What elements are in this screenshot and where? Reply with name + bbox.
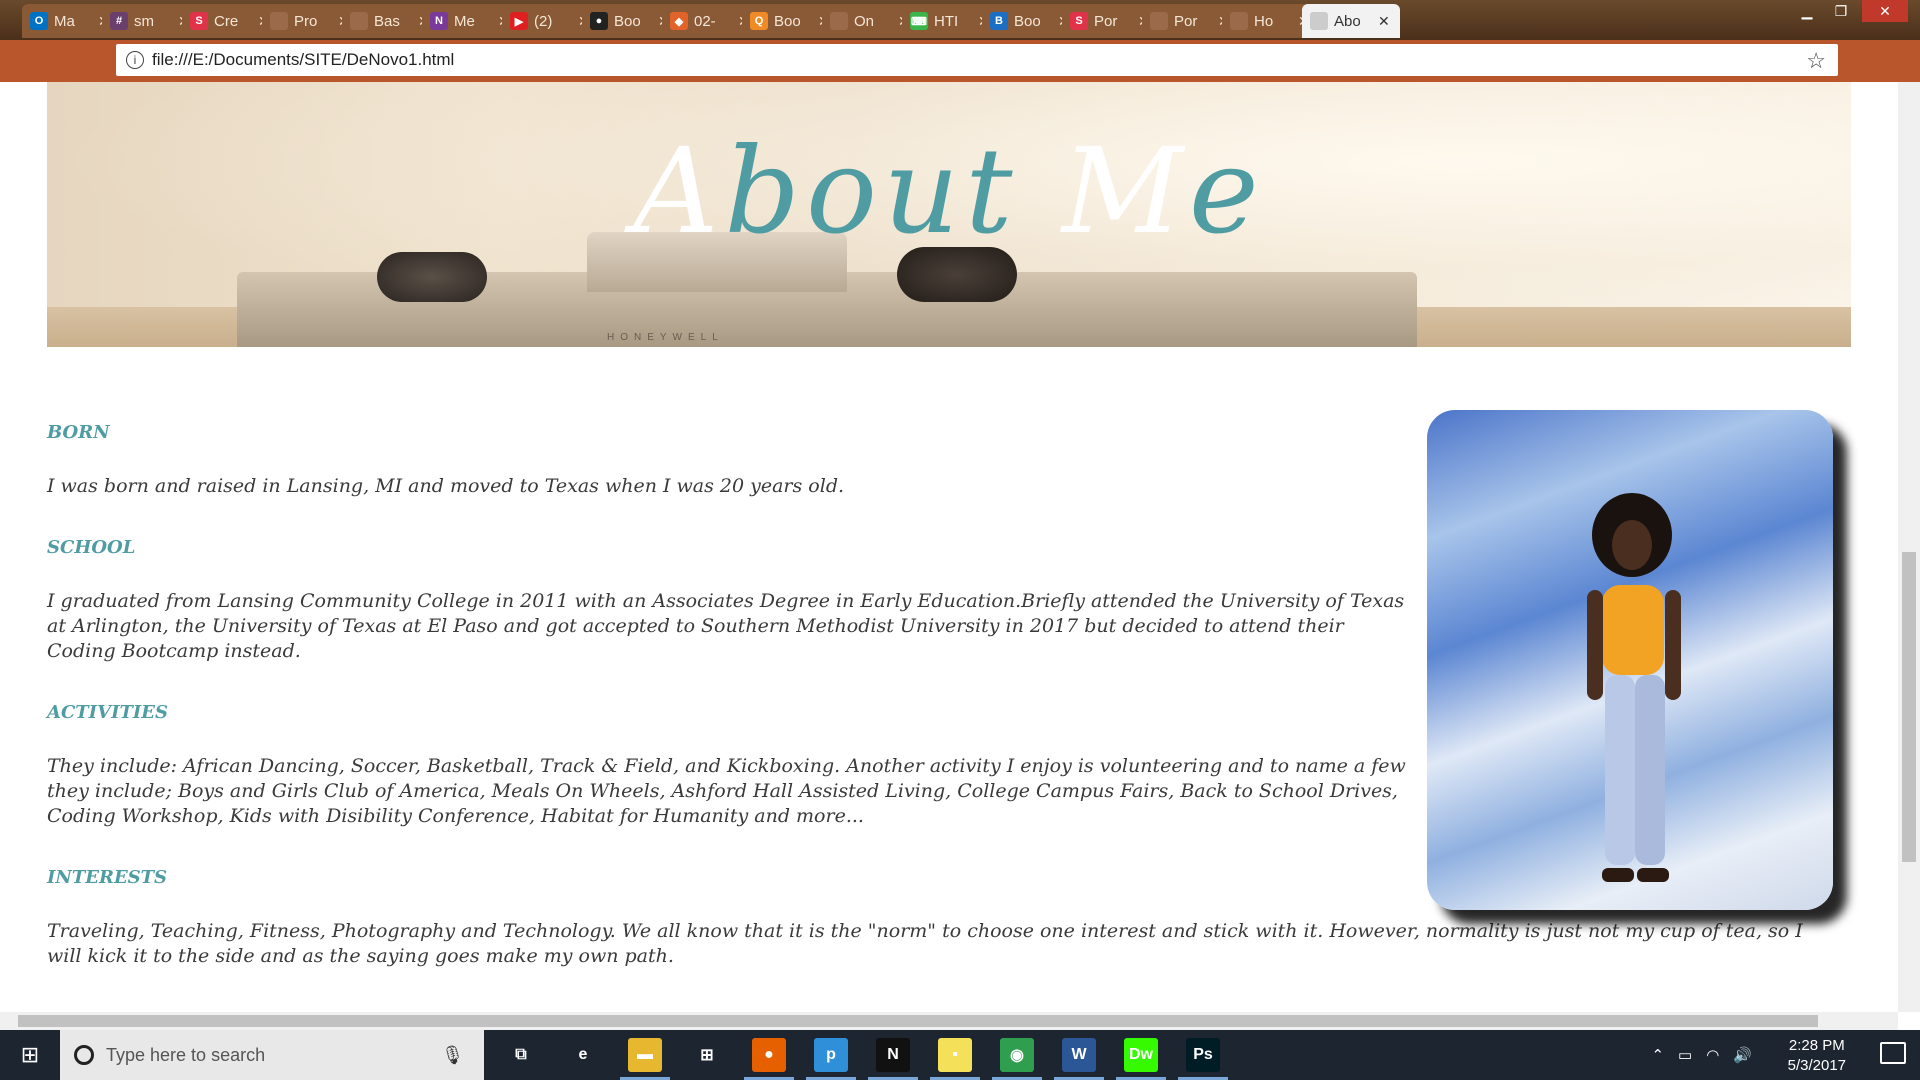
tab-favicon-icon: ◆	[670, 12, 688, 30]
tab-strip: ▁ ❐ ✕ OMa✕#sm✕SCre✕Pro✕Bas✕NMe✕▶(2)✕●Boo…	[0, 0, 1920, 40]
camera-brand-text: HONEYWELL	[607, 332, 724, 343]
battery-icon[interactable]: ▭	[1678, 1046, 1692, 1064]
volume-icon[interactable]: 🔊	[1733, 1046, 1752, 1064]
section-body-activities: They include: African Dancing, Soccer, B…	[47, 755, 1406, 827]
edge-icon[interactable]: e	[566, 1038, 600, 1072]
section-heading-activities: ACTIVITIES	[47, 702, 169, 723]
chrome-icon[interactable]: ◉	[992, 1038, 1042, 1080]
clock-date: 5/3/2017	[1787, 1057, 1846, 1074]
tab-favicon-icon	[830, 12, 848, 30]
dreamweaver-icon[interactable]: Dw	[1116, 1038, 1166, 1080]
title-part-2: bout	[724, 122, 1019, 260]
cortana-icon[interactable]	[74, 1045, 94, 1065]
section-body-born: I was born and raised in Lansing, MI and…	[47, 475, 845, 497]
tab-title: Bas	[374, 12, 400, 30]
tab-favicon-icon: N	[430, 12, 448, 30]
sticky-notes-icon[interactable]: ▪	[930, 1038, 980, 1080]
word-icon[interactable]: W	[1054, 1038, 1104, 1080]
title-part-3: M	[1018, 122, 1189, 260]
tab-favicon-icon: ⌨	[910, 12, 928, 30]
tab-title: 02-	[694, 12, 716, 30]
file-explorer-icon[interactable]: ▬	[620, 1038, 670, 1080]
tab-title: sm	[134, 12, 154, 30]
about-content: BORN I was born and raised in Lansing, M…	[47, 422, 1803, 1007]
taskbar-clock[interactable]: 2:28 PM 5/3/2017	[1788, 1036, 1846, 1076]
windows-taskbar: ⊞ Type here to search 🎙 ⌃ ▭ ◠ 🔊 2:28 PM …	[0, 1030, 1920, 1080]
tab-title: Ho	[1254, 12, 1274, 30]
section-body-interests: Traveling, Teaching, Fitness, Photograph…	[47, 920, 1803, 967]
minimize-button[interactable]: ▁	[1792, 0, 1822, 22]
photoshop-icon[interactable]: Ps	[1178, 1038, 1228, 1080]
vertical-scrollbar[interactable]	[1898, 82, 1920, 1012]
close-window-button[interactable]: ✕	[1862, 0, 1908, 22]
tab-favicon-icon	[1310, 12, 1328, 30]
start-button[interactable]: ⊞	[0, 1030, 60, 1080]
tab-favicon-icon	[270, 12, 288, 30]
title-part-4: e	[1188, 122, 1265, 260]
tab-title: Ma	[54, 12, 75, 30]
tab-title: Boo	[614, 12, 641, 30]
tab-title: Boo	[1014, 12, 1041, 30]
task-view-icon[interactable]: ⧉	[504, 1038, 538, 1072]
taskbar-search[interactable]: Type here to search 🎙	[60, 1030, 484, 1080]
action-center-icon[interactable]	[1880, 1042, 1906, 1064]
tab-favicon-icon: ▶	[510, 12, 528, 30]
tab-favicon-icon	[1230, 12, 1248, 30]
tab-favicon-icon: S	[1070, 12, 1088, 30]
tab-title: (2)	[534, 12, 553, 30]
pandora-icon[interactable]: p	[806, 1038, 856, 1080]
netflix-icon[interactable]: N	[868, 1038, 918, 1080]
firefox-icon[interactable]: ●	[744, 1038, 794, 1080]
title-part-1: A	[633, 122, 725, 260]
horizontal-scrollbar[interactable]	[0, 1012, 1898, 1030]
hero-banner: HONEYWELL About Me	[47, 82, 1851, 347]
section-heading-interests: INTERESTS	[47, 867, 168, 888]
chevron-up-icon[interactable]: ⌃	[1651, 1046, 1664, 1064]
tab-favicon-icon: #	[110, 12, 128, 30]
store-icon[interactable]: ⊞	[690, 1038, 724, 1072]
page-title: About Me	[47, 122, 1851, 260]
microphone-icon[interactable]: 🎙	[441, 1045, 464, 1066]
tab-favicon-icon: O	[30, 12, 48, 30]
section-heading-school: SCHOOL	[47, 537, 136, 558]
tab-favicon-icon: B	[990, 12, 1008, 30]
clock-time: 2:28 PM	[1788, 1037, 1845, 1054]
browser-tab[interactable]: Abo ✕	[1302, 4, 1400, 38]
vertical-scroll-thumb[interactable]	[1902, 552, 1916, 862]
tab-title: Boo	[774, 12, 801, 30]
tab-favicon-icon	[1150, 12, 1168, 30]
browser-toolbar: i file:///E:/Documents/SITE/DeNovo1.html…	[0, 40, 1920, 82]
tab-title: Pro	[294, 12, 318, 30]
tab-title: On	[854, 12, 875, 30]
tab-favicon-icon	[350, 12, 368, 30]
wifi-icon[interactable]: ◠	[1706, 1046, 1719, 1064]
section-body-school: I graduated from Lansing Community Colle…	[47, 590, 1405, 662]
search-placeholder[interactable]: Type here to search	[106, 1045, 265, 1066]
tab-title: Por	[1094, 12, 1118, 30]
address-bar[interactable]: i file:///E:/Documents/SITE/DeNovo1.html…	[116, 44, 1838, 76]
web-page: HONEYWELL About Me BORN I was born and r…	[0, 82, 1898, 1012]
restore-button[interactable]: ❐	[1826, 0, 1856, 22]
url-text[interactable]: file:///E:/Documents/SITE/DeNovo1.html	[152, 50, 454, 70]
tab-title: Cre	[214, 12, 239, 30]
page-info-icon[interactable]: i	[126, 51, 144, 69]
tab-favicon-icon: ●	[590, 12, 608, 30]
tab-favicon-icon: S	[190, 12, 208, 30]
section-heading-born: BORN	[47, 422, 110, 443]
tab-favicon-icon: Q	[750, 12, 768, 30]
person-figure	[1587, 493, 1681, 882]
horizontal-scroll-thumb[interactable]	[18, 1015, 1818, 1027]
tab-close-icon[interactable]: ✕	[1378, 13, 1392, 30]
tab-title: HTI	[934, 12, 959, 30]
tab-title: Por	[1174, 12, 1198, 30]
tab-title: Me	[454, 12, 475, 30]
bookmark-star-icon[interactable]: ☆	[1806, 48, 1826, 74]
tab-title: Abo	[1334, 12, 1361, 30]
profile-photo	[1427, 410, 1833, 910]
